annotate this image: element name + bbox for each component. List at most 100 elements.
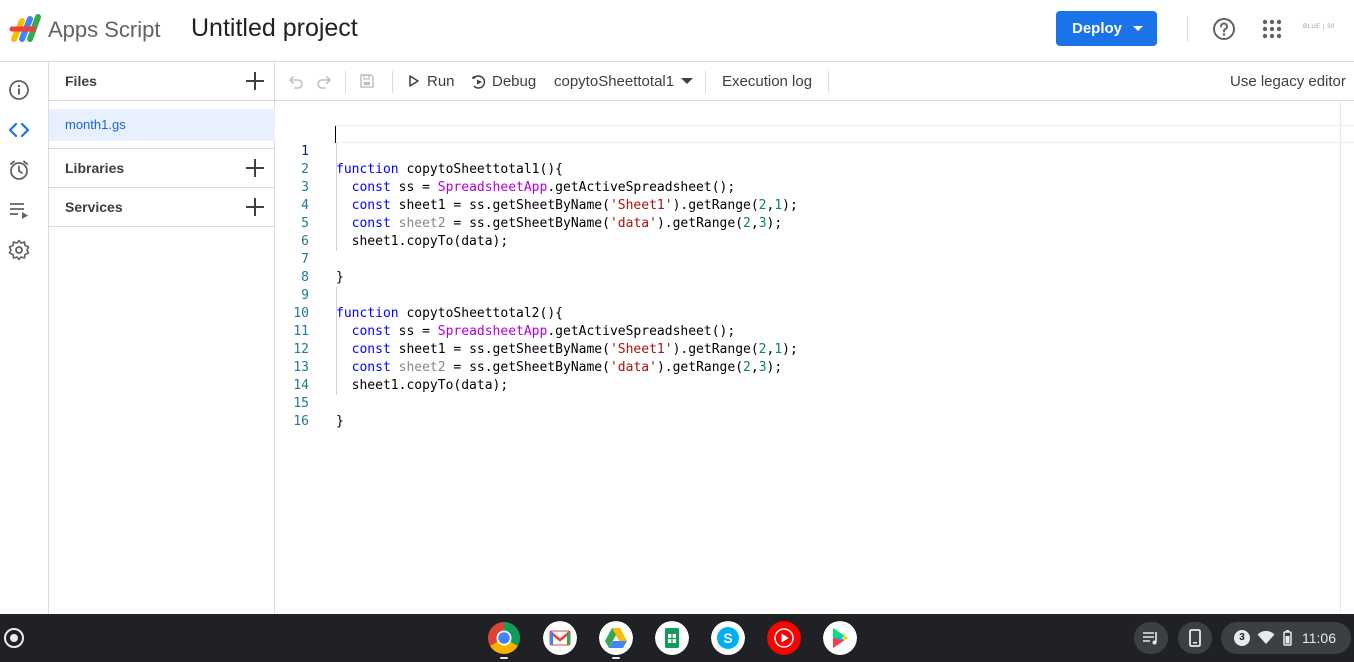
app-header: Apps Script Untitled project Deploy BLUE… <box>0 0 1354 62</box>
phone-hub-button[interactable] <box>1178 622 1212 654</box>
notification-count-badge: 3 <box>1234 630 1250 646</box>
code-line: 1 function copytoSheettotal1(){ <box>275 125 563 177</box>
settings-gear-icon[interactable] <box>8 239 30 261</box>
battery-icon <box>1283 630 1292 646</box>
files-section-header: Files <box>49 62 275 101</box>
info-icon[interactable] <box>8 79 30 101</box>
code-line: 15 } <box>275 377 343 429</box>
youtube-music-icon[interactable] <box>767 621 801 655</box>
use-legacy-editor-button[interactable]: Use legacy editor <box>1230 73 1346 90</box>
running-indicator <box>500 657 508 659</box>
wifi-icon <box>1257 631 1275 644</box>
libraries-section-header: Libraries <box>49 148 275 188</box>
launcher-icon[interactable] <box>4 628 24 648</box>
save-icon[interactable] <box>359 73 375 89</box>
run-play-icon[interactable] <box>408 75 420 87</box>
media-tray-button[interactable] <box>1134 622 1168 654</box>
code-text: const ss = SpreadsheetApp.getActiveSprea… <box>351 180 736 195</box>
code-line: 5 sheet1.copyTo(data); <box>275 197 508 249</box>
os-taskbar: S 3 11:06 <box>0 614 1354 662</box>
toolbar-divider <box>392 71 393 93</box>
toolbar-divider <box>345 71 346 93</box>
clock-time: 11:06 <box>1302 630 1336 646</box>
code-text: sheet1.copyTo(data); <box>336 234 509 249</box>
code-text: } <box>336 270 344 285</box>
add-library-plus-icon[interactable] <box>246 159 264 177</box>
code-line: 2 const ss = SpreadsheetApp.getActiveSpr… <box>275 143 735 195</box>
editor-toolbar: Run Debug copytoSheettotal1 Execution lo… <box>275 62 1354 101</box>
skype-icon[interactable]: S <box>711 621 745 655</box>
file-name: month1.gs <box>65 117 126 132</box>
code-editor-icon[interactable] <box>8 119 30 141</box>
code-line: 9 function copytoSheettotal2(){ <box>275 269 563 321</box>
code-text: function copytoSheettotal1(){ <box>336 162 563 177</box>
caret-down-icon[interactable] <box>1133 26 1143 31</box>
svg-text:S: S <box>723 630 732 646</box>
drive-icon[interactable] <box>599 621 633 655</box>
current-line-highlight <box>335 125 1354 143</box>
code-editor[interactable]: 1 function copytoSheettotal1(){ 2 const … <box>275 101 1354 614</box>
toolbar-divider <box>828 71 829 93</box>
code-line: 7 } <box>275 233 344 285</box>
header-divider <box>1187 16 1188 42</box>
code-text: const ss = SpreadsheetApp.getActiveSprea… <box>351 324 736 339</box>
code-line: 4 const sheet2 = ss.getSheetByName('data… <box>275 179 782 231</box>
file-item-month1[interactable]: month1.gs <box>49 109 275 141</box>
code-text: const sheet2 = ss.getSheetByName('data')… <box>351 360 783 375</box>
triggers-alarm-icon[interactable] <box>8 159 30 181</box>
google-apps-icon[interactable] <box>1262 19 1282 39</box>
function-select[interactable]: copytoSheettotal1 <box>554 73 674 90</box>
files-label: Files <box>65 73 97 89</box>
execution-log-button[interactable]: Execution log <box>722 73 812 90</box>
toolbar-divider <box>705 71 706 93</box>
gmail-icon[interactable] <box>543 621 577 655</box>
indent-guide <box>336 287 337 395</box>
code-line: 10 const ss = SpreadsheetApp.getActiveSp… <box>275 287 735 339</box>
code-text: const sheet1 = ss.getSheetByName('Sheet1… <box>351 342 798 357</box>
code-line: 14 <box>275 359 309 393</box>
debug-icon[interactable] <box>471 74 487 90</box>
chrome-icon[interactable] <box>487 621 521 655</box>
code-line: 13 sheet1.copyTo(data); <box>275 341 508 393</box>
debug-button[interactable]: Debug <box>492 73 536 90</box>
add-file-plus-icon[interactable] <box>246 72 264 90</box>
apps-script-logo-icon[interactable] <box>8 13 44 43</box>
running-indicator <box>612 657 620 659</box>
code-text: sheet1.copyTo(data); <box>336 378 509 393</box>
line-number: 16 <box>293 414 309 429</box>
undo-icon[interactable] <box>288 73 304 89</box>
add-service-plus-icon[interactable] <box>246 198 264 216</box>
code-text: const sheet2 = ss.getSheetByName('data')… <box>351 216 783 231</box>
code-line: 11 const sheet1 = ss.getSheetByName('She… <box>275 305 797 357</box>
phone-icon <box>1189 629 1201 647</box>
sheets-icon[interactable] <box>655 621 689 655</box>
editor-scrollbar-track[interactable] <box>1340 101 1341 614</box>
code-text: function copytoSheettotal2(){ <box>336 306 563 321</box>
indent-guide <box>336 143 337 251</box>
project-title[interactable]: Untitled project <box>191 14 358 43</box>
code-line: 12 const sheet2 = ss.getSheetByName('dat… <box>275 323 782 375</box>
code-text: } <box>336 414 344 429</box>
redo-icon[interactable] <box>316 73 332 89</box>
play-store-icon[interactable] <box>823 621 857 655</box>
services-section-header: Services <box>49 188 275 227</box>
run-button[interactable]: Run <box>427 73 455 90</box>
services-label: Services <box>65 199 123 215</box>
app-name: Apps Script <box>48 17 161 42</box>
code-line: 8 <box>275 251 309 285</box>
code-text: const sheet1 = ss.getSheetByName('Sheet1… <box>351 198 798 213</box>
executions-icon[interactable] <box>8 199 30 221</box>
code-line: 16 <box>275 395 309 429</box>
help-icon[interactable] <box>1212 17 1236 41</box>
deploy-label: Deploy <box>1072 20 1123 37</box>
playlist-music-icon <box>1143 632 1157 645</box>
text-cursor <box>335 126 336 143</box>
code-line: 6 <box>275 215 309 249</box>
deploy-button[interactable]: Deploy <box>1056 11 1157 46</box>
libraries-label: Libraries <box>65 160 125 176</box>
code-line: 3 const sheet1 = ss.getSheetByName('Shee… <box>275 161 798 213</box>
left-nav-rail <box>0 62 49 614</box>
account-avatar[interactable]: BLUE | 30 <box>1303 24 1335 30</box>
files-panel: Files month1.gs Libraries Services <box>49 62 275 614</box>
caret-down-icon[interactable] <box>681 78 693 84</box>
